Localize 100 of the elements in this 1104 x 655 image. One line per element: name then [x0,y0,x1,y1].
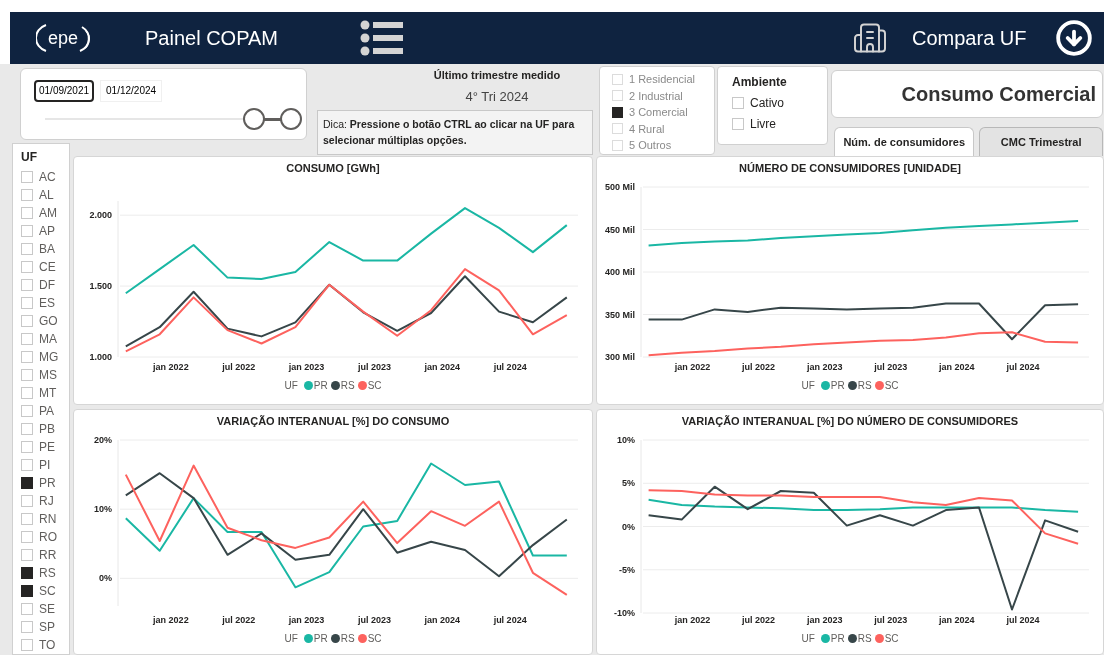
checkbox[interactable] [21,585,33,597]
uf-option[interactable]: PA [39,402,55,420]
legend-label: PR [830,379,845,393]
checkbox[interactable] [21,477,33,489]
uf-option[interactable]: MT [39,384,57,402]
logo-text: epe [48,28,80,48]
uf-option[interactable]: MA [39,330,57,348]
uf-option[interactable]: AL [39,186,54,204]
axis-tick-label: jan 2024 [939,362,975,372]
uf-option[interactable]: MG [39,348,59,366]
axis-tick-label: jan 2023 [806,615,843,625]
uf-option[interactable]: PB [39,420,55,438]
download-icon[interactable] [1054,19,1093,57]
checkbox[interactable] [21,567,33,579]
tab[interactable]: Núm. de consumidores [834,127,975,156]
uf-option[interactable]: AP [39,222,55,240]
class-label[interactable]: 5 Outros [629,137,672,154]
class-label[interactable]: 4 Rural [629,120,665,137]
uf-option[interactable]: MS [39,366,57,384]
uf-option[interactable]: AC [39,168,56,186]
axis-tick-label: jan 2022 [153,615,189,625]
end-date-field[interactable]: 01/12/2024 [100,80,163,102]
class-label[interactable]: 1 Residencial [629,71,696,88]
uf-filter-title: UF [21,149,38,166]
uf-option[interactable]: ES [39,294,55,312]
legend-label: RS [340,632,355,646]
checkbox[interactable] [612,106,623,118]
axis-tick-label: jan 2023 [806,362,843,372]
axis-tick-label: jul 2024 [1006,615,1040,625]
tab[interactable]: CMC Trimestral [979,127,1103,156]
axis-tick-label: 2.000 [89,210,112,221]
uf-option[interactable]: CE [39,258,56,276]
ambiente-option[interactable]: Livre [750,115,776,133]
uf-option[interactable]: RR [39,546,57,564]
dashboard-title: Painel COPAM [145,26,278,51]
axis-tick-label: 20% [94,435,112,445]
uf-option[interactable]: SP [39,618,55,636]
axis-tick-label: 1.000 [89,352,112,362]
axis-tick-label: 450 Mil [605,224,635,235]
axis-tick-label: jul 2024 [493,615,527,625]
axis-tick-label: jul 2023 [874,615,908,625]
axis-tick-label: jan 2023 [288,362,325,372]
axis-tick-label: jul 2023 [357,362,391,372]
axis-tick-label: jan 2022 [674,615,711,625]
chart-title: CONSUMO [GWh] [286,161,380,175]
axis-tick-label: jul 2022 [742,615,776,625]
axis-tick-label: 1.500 [89,281,112,292]
uf-option[interactable]: SE [39,600,55,618]
legend-label: PR [313,632,328,646]
axis-tick-label: jan 2024 [424,362,461,372]
axis-tick-label: 10% [94,504,112,515]
compare-label[interactable]: Compara UF [912,23,1027,53]
ambiente-title: Ambiente [732,74,788,91]
latest-quarter-label: Último trimestre medido [433,68,561,83]
uf-option[interactable]: BA [39,240,55,258]
uf-option[interactable]: DF [39,276,55,294]
menu-icon[interactable] [360,20,404,56]
uf-option[interactable]: PE [39,438,55,456]
uf-option[interactable]: PI [39,456,51,474]
uf-option[interactable]: RO [39,528,57,546]
axis-tick-label: 300 Mil [605,352,635,362]
axis-tick-label: -10% [614,608,635,618]
panel-title: Consumo Comercial [831,70,1103,118]
ambiente-option[interactable]: Cativo [750,94,784,112]
uf-option[interactable]: AM [39,204,57,222]
axis-tick-label: jul 2024 [493,362,527,372]
axis-tick-label: jul 2022 [222,362,256,372]
start-date-field[interactable]: 01/09/2021 [34,80,95,102]
uf-option[interactable]: SC [39,582,56,600]
tip-text: Dica: Pressione o botão CTRL ao clicar na UF para selecionar múltiplas opções. [317,110,593,155]
uf-option[interactable]: RJ [39,492,54,510]
axis-tick-label: -5% [619,564,635,575]
axis-tick-label: 0% [622,521,635,532]
uf-option[interactable]: GO [39,312,58,330]
axis-tick-label: jan 2024 [424,615,461,625]
legend-label: PR [313,379,328,393]
axis-tick-label: 400 Mil [605,267,635,277]
axis-tick-label: jul 2023 [874,362,908,372]
legend-title: UF [284,379,298,393]
legend-title: UF [801,379,815,393]
axis-tick-label: 0% [99,573,112,584]
latest-quarter-value: 4° Tri 2024 [465,87,529,106]
chart-title: NÚMERO DE CONSUMIDORES [UNIDADE] [739,161,961,175]
legend-label: RS [857,632,872,646]
axis-tick-label: jan 2022 [153,362,189,372]
axis-tick-label: jul 2022 [222,615,256,625]
axis-tick-label: jul 2022 [742,362,776,372]
uf-option[interactable]: RS [39,564,56,582]
legend-title: UF [284,632,298,646]
uf-option[interactable]: TO [39,636,56,654]
chart-title: VARIAÇÃO INTERANUAL [%] DO NÚMERO DE CONSUMIDORES [681,414,1019,428]
axis-tick-label: 500 Mil [605,182,635,192]
legend-title: UF [801,632,815,646]
legend-label: SC [884,379,899,393]
class-label[interactable]: 3 Comercial [629,104,688,121]
class-label[interactable]: 2 Industrial [629,87,683,104]
chart-title: VARIAÇÃO INTERANUAL [%] DO CONSUMO [216,414,450,428]
uf-option[interactable]: PR [39,474,56,492]
axis-tick-label: jan 2024 [939,615,975,625]
uf-option[interactable]: RN [39,510,57,528]
